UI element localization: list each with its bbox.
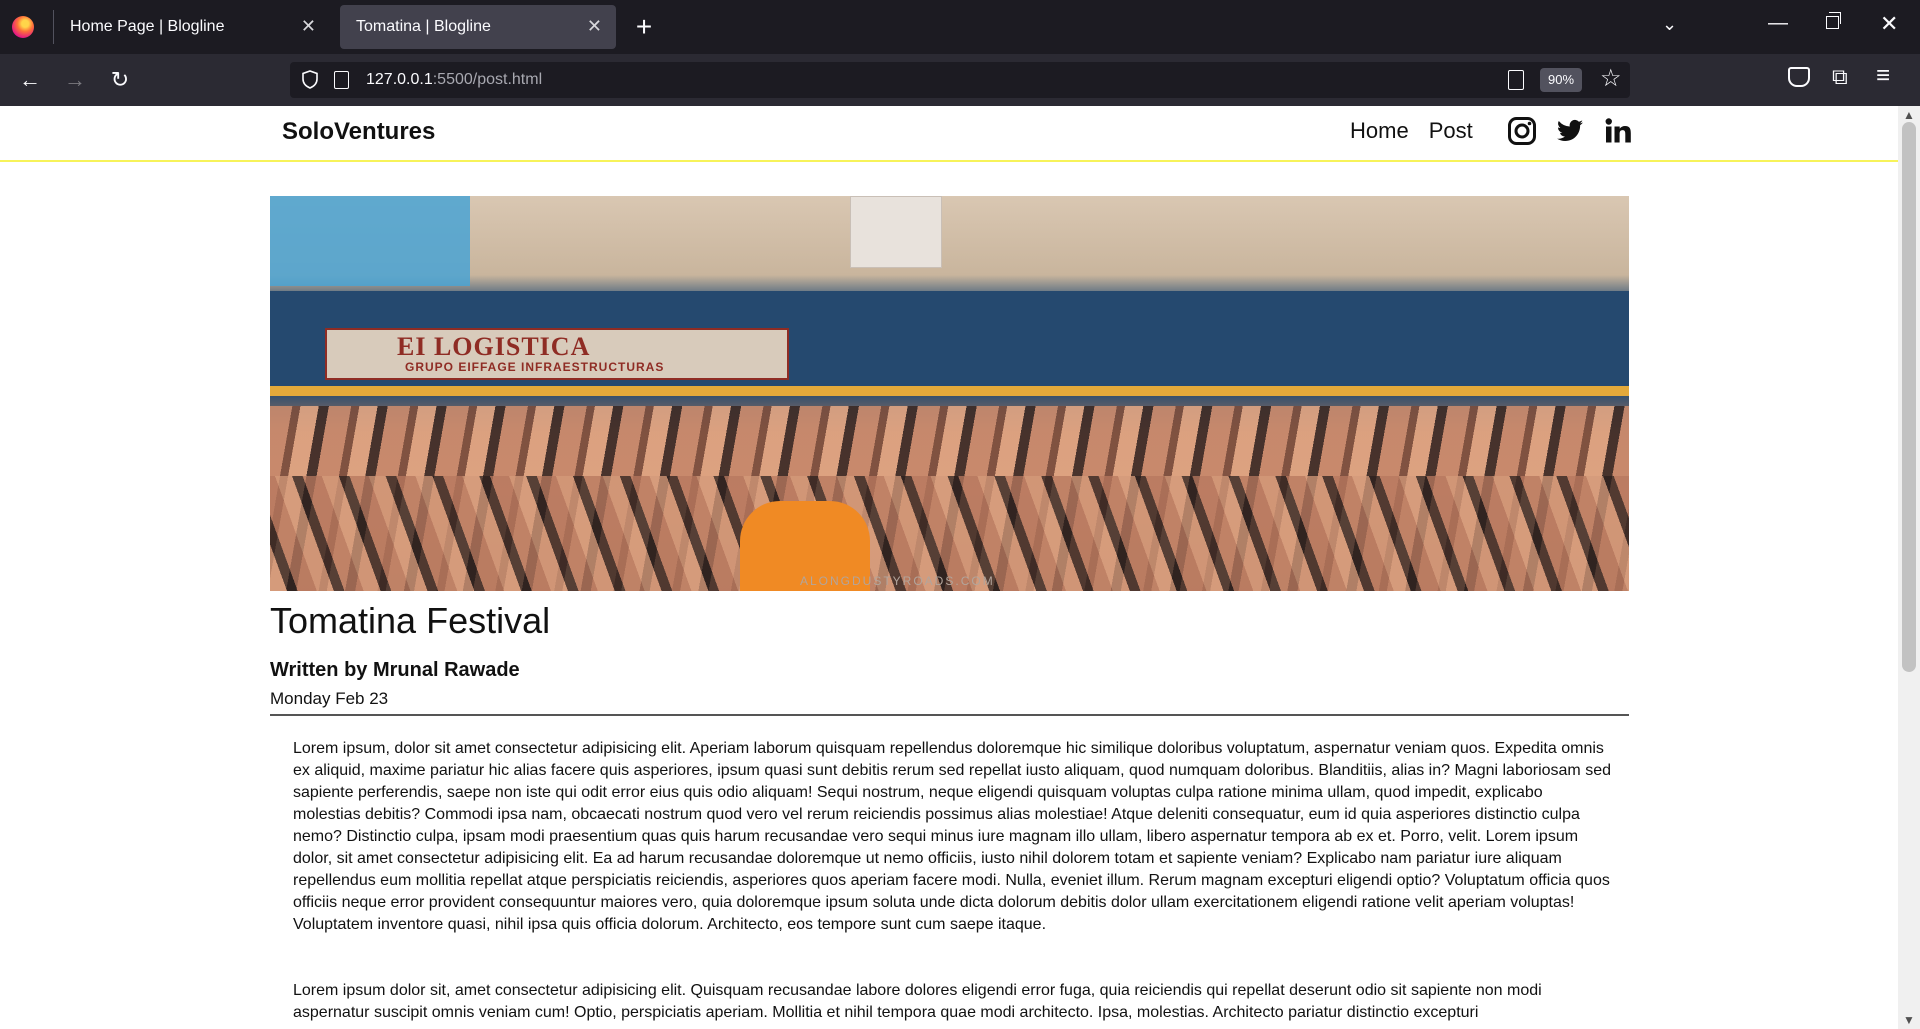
hamburger-menu-icon[interactable]: ≡ (1876, 62, 1890, 90)
scroll-down-arrow-icon[interactable]: ▼ (1903, 1013, 1915, 1027)
hero-truck-sign: EI LOGISTICA GRUPO EIFFAGE INFRAESTRUCTU… (325, 328, 789, 380)
shield-icon[interactable] (302, 70, 318, 89)
post-title: Tomatina Festival (270, 600, 551, 641)
hero-watermark: ALONGDUSTYROADS.COM (800, 574, 995, 588)
hero-truck-stripe (270, 386, 1629, 396)
hero-window-shutter (850, 196, 942, 268)
site-brand[interactable]: SoloVentures (282, 118, 435, 146)
address-bar[interactable]: 127.0.0.1:5500/post.html 90% ☆ (290, 62, 1630, 98)
site-nav: Home Post (1350, 116, 1637, 146)
bookmark-star-icon[interactable]: ☆ (1600, 64, 1622, 93)
close-tab-icon[interactable]: ✕ (587, 16, 602, 37)
extensions-icon[interactable]: ⧉ (1832, 64, 1848, 90)
page-scrollbar[interactable]: ▲ ▼ (1898, 106, 1920, 1029)
reload-icon[interactable]: ↻ (106, 66, 134, 94)
zoom-level-badge[interactable]: 90% (1540, 68, 1583, 92)
nav-link-home[interactable]: Home (1350, 118, 1409, 144)
url-path: :5500/post.html (432, 71, 543, 88)
tab-tomatina[interactable]: Tomatina | Blogline ✕ (340, 5, 616, 49)
url-host: 127.0.0.1 (366, 71, 433, 88)
forward-arrow-icon[interactable]: → (61, 66, 89, 94)
chevron-down-icon[interactable]: ⌄ (1662, 14, 1677, 35)
nav-link-post[interactable]: Post (1429, 118, 1473, 144)
linkedin-icon[interactable] (1603, 116, 1633, 146)
scroll-up-arrow-icon[interactable]: ▲ (1903, 108, 1915, 122)
hero-tarp (270, 196, 470, 286)
hero-sign-main-text: EI LOGISTICA (397, 332, 591, 361)
tab-home-page[interactable]: Home Page | Blogline ✕ (54, 5, 330, 49)
new-tab-icon[interactable]: + (630, 10, 658, 44)
page-info-icon[interactable] (334, 71, 349, 89)
scrollbar-thumb[interactable] (1902, 122, 1916, 672)
post-author: Written by Mrunal Rawade (270, 659, 520, 681)
hero-sign-sub-text: GRUPO EIFFAGE INFRAESTRUCTURAS (405, 360, 665, 374)
instagram-icon[interactable] (1507, 116, 1537, 146)
tab-label: Home Page | Blogline (70, 18, 225, 35)
browser-tab-bar: Home Page | Blogline ✕ Tomatina | Blogli… (0, 0, 1920, 54)
post-paragraph: Lorem ipsum, dolor sit amet consectetur … (293, 740, 1611, 933)
firefox-logo-icon[interactable] (12, 16, 34, 38)
twitter-icon[interactable] (1555, 116, 1585, 146)
post-body: Lorem ipsum, dolor sit amet consectetur … (293, 738, 1611, 1029)
reader-view-icon[interactable] (1508, 70, 1524, 90)
tab-label: Tomatina | Blogline (356, 18, 491, 35)
post-date: Monday Feb 23 (270, 689, 389, 708)
restore-window-icon[interactable] (1826, 12, 1841, 29)
close-tab-icon[interactable]: ✕ (301, 16, 316, 37)
browser-toolbar: ← → ↻ 127.0.0.1:5500/post.html 90% ☆ ⧉ ≡ (0, 54, 1920, 106)
site-header: SoloVentures Home Post (0, 106, 1898, 162)
post-paragraph: Lorem ipsum dolor sit, amet consectetur … (293, 982, 1542, 1021)
post-divider (270, 714, 1629, 716)
pocket-icon[interactable] (1788, 67, 1810, 87)
page-viewport: SoloVentures Home Post EI LOGISTICA GRUP… (0, 106, 1898, 1029)
url-text[interactable]: 127.0.0.1:5500/post.html (366, 71, 542, 89)
hero-image: EI LOGISTICA GRUPO EIFFAGE INFRAESTRUCTU… (270, 196, 1629, 591)
back-arrow-icon[interactable]: ← (16, 66, 44, 94)
close-window-icon[interactable]: ✕ (1880, 11, 1898, 37)
minimize-icon[interactable]: — (1768, 12, 1788, 35)
